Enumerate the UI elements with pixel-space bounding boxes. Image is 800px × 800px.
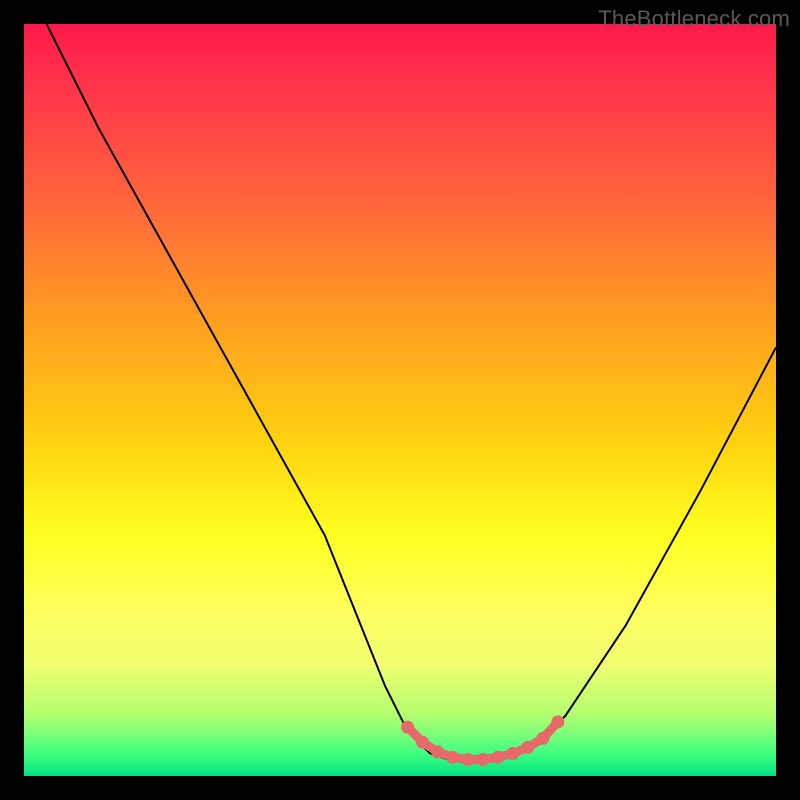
chart-container: TheBottleneck.com bbox=[0, 0, 800, 800]
highlight-point bbox=[521, 741, 534, 754]
highlight-point bbox=[461, 753, 474, 766]
curve-layer bbox=[47, 24, 776, 761]
bottleneck-curve bbox=[47, 24, 776, 761]
highlight-point bbox=[551, 715, 564, 728]
watermark-text: TheBottleneck.com bbox=[598, 6, 790, 32]
chart-svg bbox=[0, 0, 800, 800]
highlight-point bbox=[506, 747, 519, 760]
highlight-point bbox=[431, 745, 444, 758]
highlight-point bbox=[536, 732, 549, 745]
marker-layer bbox=[401, 715, 564, 766]
highlight-point bbox=[476, 753, 489, 766]
highlight-point bbox=[491, 751, 504, 764]
highlight-point bbox=[446, 751, 459, 764]
highlight-point bbox=[416, 736, 429, 749]
highlight-point bbox=[401, 721, 414, 734]
